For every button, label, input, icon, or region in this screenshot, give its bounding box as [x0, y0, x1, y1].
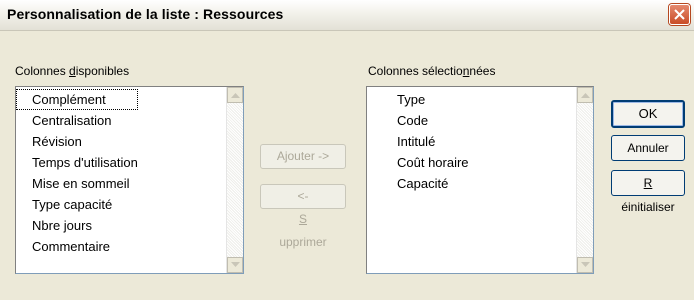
available-column-item[interactable]: Nbre jours: [32, 215, 138, 236]
close-button[interactable]: [669, 4, 690, 25]
available-column-item[interactable]: Type capacité: [32, 194, 138, 215]
selected-list-scrollbar[interactable]: [576, 87, 593, 273]
selected-column-item[interactable]: Intitulé: [397, 131, 469, 152]
selected-columns-list[interactable]: Type Code Intitulé Coût horaire Capacité: [366, 86, 594, 274]
selected-column-item[interactable]: Capacité: [397, 173, 469, 194]
available-column-item[interactable]: Commentaire: [32, 236, 138, 257]
available-column-item[interactable]: Complément: [16, 89, 138, 110]
scroll-down-button[interactable]: [227, 257, 243, 273]
ok-button[interactable]: OK: [611, 100, 685, 128]
title-bar[interactable]: Personnalisation de la liste : Ressource…: [0, 0, 694, 31]
available-column-item[interactable]: Révision: [32, 131, 138, 152]
scroll-up-button[interactable]: [227, 87, 243, 103]
selected-column-item[interactable]: Type: [397, 89, 469, 110]
available-column-item[interactable]: Centralisation: [32, 110, 138, 131]
available-columns-list[interactable]: Complément Centralisation Révision Temps d'…: [15, 86, 244, 274]
selected-columns-label: Colonnes sélectionnées: [368, 64, 496, 78]
selected-column-item[interactable]: Code: [397, 110, 469, 131]
remove-column-button[interactable]: <- Supprimer: [260, 184, 346, 249]
scroll-up-button[interactable]: [577, 87, 593, 103]
reset-button[interactable]: Réinitialiser: [611, 170, 685, 214]
available-column-item[interactable]: Temps d'utilisation: [32, 152, 138, 173]
add-column-button[interactable]: Ajouter ->: [260, 144, 346, 169]
dialog-title: Personnalisation de la liste : Ressource…: [7, 6, 284, 22]
scroll-down-button[interactable]: [577, 257, 593, 273]
available-columns-label: Colonnes disponibles: [15, 64, 130, 78]
dialog-window: Personnalisation de la liste : Ressource…: [0, 0, 694, 300]
available-column-item[interactable]: Mise en sommeil: [32, 173, 138, 194]
cancel-button[interactable]: Annuler: [611, 135, 685, 161]
available-list-scrollbar[interactable]: [226, 87, 243, 273]
selected-column-item[interactable]: Coût horaire: [397, 152, 469, 173]
